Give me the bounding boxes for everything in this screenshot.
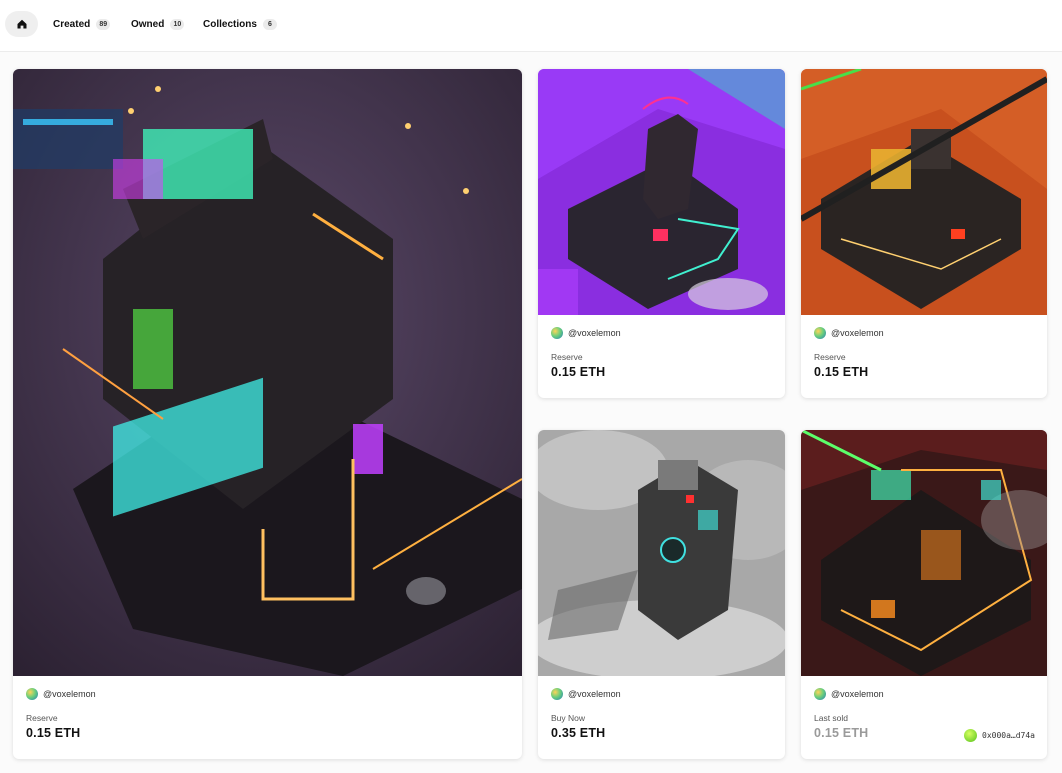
nft-card-info: @voxelemon Buy Now 0.35 ETH xyxy=(538,676,785,759)
tab-created[interactable]: Created 89 xyxy=(53,16,111,32)
creator-avatar xyxy=(26,688,38,700)
nft-artwork[interactable] xyxy=(538,69,785,315)
tab-collections[interactable]: Collections 6 xyxy=(203,16,277,32)
tab-created-count: 89 xyxy=(96,18,111,30)
price: 0.15 ETH xyxy=(814,365,869,379)
sale-status: Reserve xyxy=(551,352,583,362)
nft-card-info: @voxelemon Last sold 0.15 ETH 0x000a…d74… xyxy=(801,676,1047,759)
creator-link[interactable]: @voxelemon xyxy=(814,327,884,339)
tab-owned[interactable]: Owned 10 xyxy=(131,16,185,32)
price: 0.15 ETH xyxy=(551,365,606,379)
creator-avatar xyxy=(551,327,563,339)
creator-link[interactable]: @voxelemon xyxy=(551,688,621,700)
nft-artwork[interactable] xyxy=(538,430,785,676)
nft-card[interactable]: @voxelemon Reserve 0.15 ETH xyxy=(538,69,785,398)
nft-card[interactable]: @voxelemon Reserve 0.15 ETH xyxy=(13,69,522,759)
nft-card-info: @voxelemon Reserve 0.15 ETH xyxy=(13,676,522,759)
creator-link[interactable]: @voxelemon xyxy=(26,688,96,700)
nft-card[interactable]: @voxelemon Buy Now 0.35 ETH xyxy=(538,430,785,759)
sale-status: Buy Now xyxy=(551,713,586,723)
nft-card[interactable]: @voxelemon Last sold 0.15 ETH 0x000a…d74… xyxy=(801,430,1047,759)
creator-handle: @voxelemon xyxy=(831,328,884,338)
creator-link[interactable]: @voxelemon xyxy=(551,327,621,339)
creator-handle: @voxelemon xyxy=(43,689,96,699)
creator-handle: @voxelemon xyxy=(568,328,621,338)
creator-avatar xyxy=(814,688,826,700)
tab-collections-label: Collections xyxy=(203,18,257,30)
nft-artwork[interactable] xyxy=(801,69,1047,315)
owner-link[interactable]: 0x000a…d74a xyxy=(964,729,1035,742)
creator-link[interactable]: @voxelemon xyxy=(814,688,884,700)
price: 0.15 ETH xyxy=(26,726,81,740)
price: 0.35 ETH xyxy=(551,726,606,740)
creator-avatar xyxy=(814,327,826,339)
tab-collections-count: 6 xyxy=(262,18,277,30)
price: 0.15 ETH xyxy=(814,726,869,740)
tab-owned-count: 10 xyxy=(170,18,185,30)
nft-card-info: @voxelemon Reserve 0.15 ETH xyxy=(538,315,785,398)
creator-handle: @voxelemon xyxy=(568,689,621,699)
sale-status: Last sold xyxy=(814,713,849,723)
owner-avatar xyxy=(964,729,978,742)
nft-artwork[interactable] xyxy=(13,69,522,676)
nft-card[interactable]: @voxelemon Reserve 0.15 ETH xyxy=(801,69,1047,398)
tab-created-label: Created xyxy=(53,18,91,30)
nft-card-info: @voxelemon Reserve 0.15 ETH xyxy=(801,315,1047,398)
sale-status: Reserve xyxy=(26,713,58,723)
creator-handle: @voxelemon xyxy=(831,689,884,699)
home-button[interactable] xyxy=(5,11,38,37)
creator-avatar xyxy=(551,688,563,700)
sale-status: Reserve xyxy=(814,352,846,362)
tab-owned-label: Owned xyxy=(131,18,165,30)
home-icon xyxy=(17,19,26,29)
nft-artwork[interactable] xyxy=(801,430,1047,676)
owner-address: 0x000a…d74a xyxy=(982,731,1035,740)
profile-tab-bar: Created 89 Owned 10 Collections 6 xyxy=(0,0,1062,52)
